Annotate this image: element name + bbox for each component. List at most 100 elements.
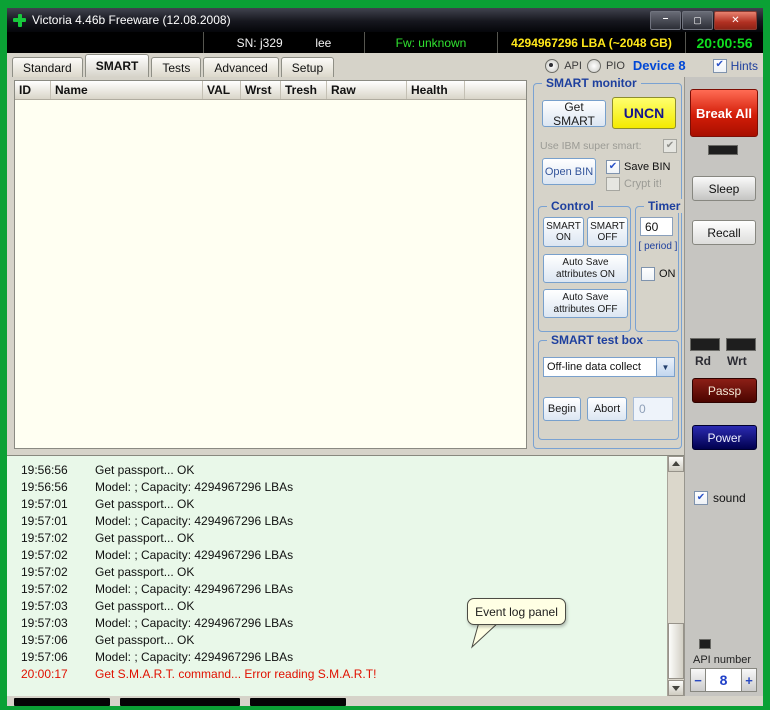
write-indicator (726, 338, 756, 351)
tab-advanced[interactable]: Advanced (203, 57, 279, 77)
chevron-down-icon[interactable] (656, 358, 674, 376)
timer-period-label: [ period ] (638, 241, 678, 252)
timer-period-input[interactable]: 60 (640, 217, 673, 236)
crypt-it-row: Crypt it! (606, 177, 662, 191)
control-group-title: Control (547, 199, 598, 213)
app-icon (13, 13, 26, 27)
api-number-increment-button[interactable]: + (741, 668, 757, 692)
column-header-tresh: Tresh (281, 81, 327, 99)
save-bin-label: Save BIN (624, 161, 671, 173)
crypt-it-checkbox[interactable] (606, 177, 620, 191)
tab-bar-right: API PIO Device 8 Hints (545, 58, 763, 77)
log-entry: 19:57:06 Model: ; Capacity: 4294967296 LB… (21, 649, 294, 664)
tab-standard[interactable]: Standard (12, 57, 83, 77)
scroll-down-icon[interactable] (668, 680, 684, 696)
activity-indicator (699, 639, 711, 649)
sound-label: sound (713, 491, 746, 505)
api-radio[interactable] (545, 58, 560, 73)
title-bar[interactable]: Victoria 4.46b Freeware (12.08.2008) (7, 8, 763, 32)
scroll-up-icon[interactable] (668, 456, 684, 472)
window-controls (650, 10, 759, 30)
info-segment-empty (7, 32, 204, 53)
timer-on-label: ON (659, 268, 676, 280)
log-entry: 19:57:01 Model: ; Capacity: 4294967296 LB… (21, 513, 294, 528)
drive-info-bar: SN: j329 lee Fw: unknown 4294967296 LBA … (7, 32, 763, 53)
log-entry: 19:57:02 Get passport... OK (21, 530, 195, 545)
log-entry: 19:57:02 Model: ; Capacity: 4294967296 LB… (21, 581, 294, 596)
read-label: Rd (695, 354, 711, 368)
begin-button[interactable]: Begin (543, 397, 581, 421)
recall-button[interactable]: Recall (692, 220, 756, 245)
ibm-smart-checkbox[interactable] (663, 139, 677, 153)
power-button[interactable]: Power (692, 425, 757, 450)
api-number-decrement-button[interactable]: − (690, 668, 706, 692)
smart-off-button[interactable]: SMART OFF (587, 217, 628, 247)
tab-setup[interactable]: Setup (280, 57, 335, 77)
tab-bar: Standard SMART Tests Advanced Setup API PIO … (7, 53, 763, 77)
tab-tests[interactable]: Tests (151, 57, 202, 77)
log-entry: 19:57:01 Get passport... OK (21, 496, 195, 511)
sleep-button[interactable]: Sleep (692, 176, 756, 201)
clock-display: 20:00:56 (696, 34, 753, 51)
test-select-combo[interactable]: Off-line data collect (543, 357, 675, 377)
autosave-attributes-on-button[interactable]: Auto Save attributes ON (543, 254, 628, 283)
timer-on-row: ON (641, 267, 676, 281)
busy-indicator (708, 145, 738, 155)
status-led-strip (120, 698, 240, 706)
api-number-value: 8 (706, 668, 741, 692)
maximize-button[interactable] (682, 10, 713, 30)
ibm-smart-label: Use IBM super smart: (540, 140, 642, 152)
owner-name: lee (315, 35, 332, 50)
minimize-button[interactable] (650, 10, 681, 30)
get-smart-button[interactable]: Get SMART (542, 100, 606, 128)
pio-radio[interactable] (586, 58, 601, 73)
pio-radio-label: PIO (605, 59, 625, 72)
autosave-attributes-off-button[interactable]: Auto Save attributes OFF (543, 289, 628, 318)
log-scrollbar[interactable] (667, 456, 684, 696)
tooltip-tail (471, 621, 501, 649)
hints-label: Hints (730, 58, 758, 73)
event-log-rows: 19:56:56 Get passport... OK 19:56:56 Model:… (7, 461, 666, 682)
table-header-row: ID Name VAL Wrst Tresh Raw Health (15, 81, 526, 100)
device-label: Device 8 (632, 58, 686, 73)
smart-monitor-title: SMART monitor (542, 76, 641, 90)
api-radio-label: API (564, 59, 582, 72)
timer-on-checkbox[interactable] (641, 267, 655, 281)
uncn-button[interactable]: UNCN (612, 97, 676, 129)
log-entry: 20:00:17 Get S.M.A.R.T. command... Error … (21, 666, 377, 681)
log-entry: 19:56:56 Model: ; Capacity: 4294967296 LB… (21, 479, 294, 494)
column-header-val: VAL (203, 81, 241, 99)
column-header-health: Health (407, 81, 465, 99)
smart-test-box-title: SMART test box (547, 333, 648, 347)
smart-tab-panel: ID Name VAL Wrst Tresh Raw Health SMART … (7, 76, 685, 455)
info-segment-serial: SN: j329 lee (204, 32, 365, 53)
open-bin-button[interactable]: Open BIN (542, 158, 596, 185)
scrollbar-thumb[interactable] (668, 623, 684, 679)
save-bin-checkbox[interactable] (606, 160, 620, 174)
table-body-empty (15, 100, 526, 448)
read-indicator (690, 338, 720, 351)
write-label: Wrt (727, 354, 747, 368)
break-all-button[interactable]: Break All (690, 89, 758, 137)
firmware-text: Fw: unknown (365, 32, 498, 53)
smart-test-box-group: SMART test box Off-line data collect Beg… (538, 333, 679, 440)
test-select-value: Off-line data collect (547, 361, 641, 373)
smart-on-button[interactable]: SMART ON (543, 217, 584, 247)
close-button[interactable] (714, 10, 757, 30)
serial-number: SN: j329 (236, 35, 283, 50)
app-window: Victoria 4.46b Freeware (12.08.2008) SN:… (7, 8, 763, 706)
log-entry: 19:56:56 Get passport... OK (21, 462, 195, 477)
abort-button[interactable]: Abort (587, 397, 627, 421)
save-bin-row: Save BIN (606, 160, 670, 174)
event-log-panel: 19:56:56 Get passport... OK 19:56:56 Model:… (7, 455, 684, 696)
log-entry: 19:57:02 Get passport... OK (21, 564, 195, 579)
test-counter-input[interactable]: 0 (633, 397, 673, 421)
timer-group-title: Timer (644, 199, 685, 213)
hints-checkbox[interactable] (712, 58, 727, 73)
sound-checkbox[interactable] (694, 491, 708, 505)
log-entry: 19:57:06 Get passport... OK (21, 632, 195, 647)
crypt-it-label: Crypt it! (624, 178, 662, 190)
passport-button[interactable]: Passp (692, 378, 757, 403)
tab-smart[interactable]: SMART (84, 54, 150, 77)
tab-strip: Standard SMART Tests Advanced Setup (7, 54, 335, 77)
